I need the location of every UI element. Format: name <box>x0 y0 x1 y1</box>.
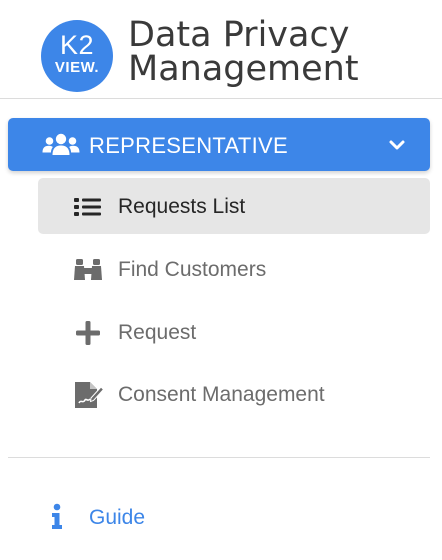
header-divider <box>0 98 442 99</box>
plus-icon <box>76 321 100 345</box>
info-icon <box>52 503 62 529</box>
signature-icon <box>75 382 104 408</box>
chevron-down-icon[interactable] <box>388 136 406 154</box>
nav-item-find-customers[interactable]: Find Customers <box>38 241 430 297</box>
app-header: K2 VIEW. Data Privacy Management <box>0 0 442 98</box>
nav-item-request[interactable]: Request <box>38 304 430 360</box>
nav-divider <box>8 457 430 458</box>
logo-text-k2: K2 <box>59 30 95 60</box>
nav-item-label: Find Customers <box>118 258 267 281</box>
section-representative[interactable]: REPRESENTATIVE <box>8 118 430 171</box>
list-icon <box>74 198 101 216</box>
users-icon <box>42 133 80 155</box>
nav-item-consent-management[interactable]: Consent Management <box>38 366 430 422</box>
section-label: REPRESENTATIVE <box>89 133 288 158</box>
sidebar-panel: K2 VIEW. Data Privacy Management REPRESE… <box>0 0 442 560</box>
app-title: Data Privacy Management <box>128 15 359 89</box>
app-title-line1: Data Privacy <box>128 15 350 55</box>
nav-item-label: Consent Management <box>118 383 325 406</box>
logo-text-view: VIEW. <box>54 59 100 76</box>
guide-label: Guide <box>89 506 146 529</box>
binoculars-icon <box>74 259 102 280</box>
k2view-logo: K2 VIEW. <box>41 20 113 92</box>
nav-item-label: Request <box>118 321 197 344</box>
app-title-line2: Management <box>128 49 359 89</box>
guide-link[interactable]: Guide <box>40 495 240 541</box>
nav-item-label: Requests List <box>118 195 246 218</box>
nav-item-requests-list[interactable]: Requests List <box>38 178 430 234</box>
